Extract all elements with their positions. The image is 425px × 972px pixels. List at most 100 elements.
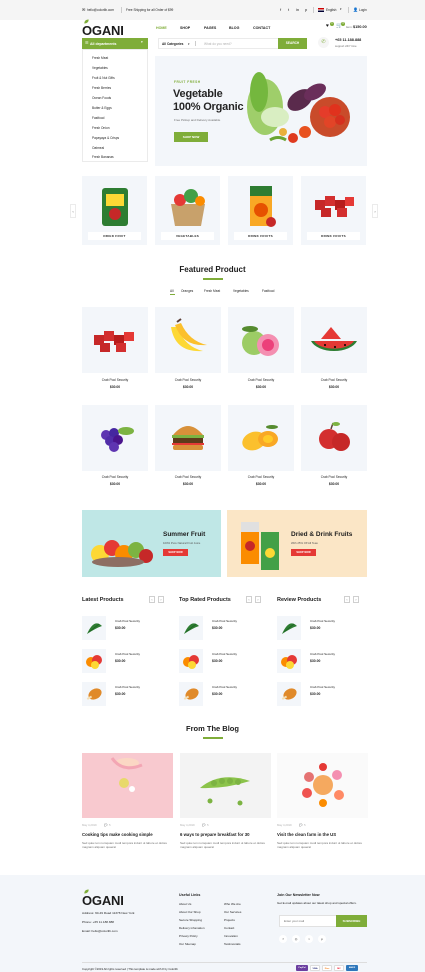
blog-title[interactable]: 6 ways to prepare breakfast for 30 (180, 832, 250, 837)
product-image[interactable] (155, 405, 221, 471)
login-link[interactable]: Login (359, 8, 367, 12)
department-item[interactable]: Butter & Eggs (92, 106, 112, 110)
dried-drink-banner[interactable]: Dried & Drink Fruits With 25% Off All Te… (227, 510, 367, 577)
department-item[interactable]: Oatmeal (92, 146, 104, 150)
filter-fresh-meat[interactable]: Fresh Meat (204, 289, 220, 293)
facebook-icon[interactable]: f (279, 935, 287, 943)
list-item-name[interactable]: Crab Pool Security (212, 685, 237, 689)
footer-link[interactable]: Testimonials (224, 942, 241, 946)
footer-link[interactable]: Our Sitemap (179, 942, 196, 946)
product-image[interactable] (155, 307, 221, 373)
carousel-next-button[interactable]: › (372, 204, 378, 218)
department-item[interactable]: Ocean Foods (92, 96, 111, 100)
list-item-image[interactable] (82, 616, 106, 640)
list-item-name[interactable]: Crab Pool Security (310, 619, 335, 623)
prev-arrow-icon[interactable]: ‹ (246, 596, 252, 603)
product-image[interactable] (301, 307, 367, 373)
product-name[interactable]: Crab Pool Security (82, 475, 148, 479)
blog-title[interactable]: Cooking tips make cooking simple (82, 832, 153, 837)
next-arrow-icon[interactable]: › (353, 596, 359, 603)
filter-vegetables[interactable]: Vegetables (233, 289, 249, 293)
summer-fruit-banner[interactable]: Summer Fruit 100% Pure Natural Fruit Jui… (82, 510, 221, 577)
list-item-name[interactable]: Crab Pool Security (212, 652, 237, 656)
list-item-image[interactable] (277, 649, 301, 673)
footer-logo[interactable]: OGANI (82, 893, 124, 908)
list-item-image[interactable] (82, 682, 106, 706)
pinterest-icon[interactable]: p (318, 935, 326, 943)
filter-all[interactable]: All (170, 289, 174, 293)
shop-now-button[interactable]: SHOP NOW (291, 549, 316, 556)
footer-link[interactable]: Privacy Policy (179, 934, 198, 938)
product-name[interactable]: Crab Pool Security (155, 475, 221, 479)
department-item[interactable]: Fresh Berries (92, 86, 111, 90)
shop-now-button[interactable]: SHOP NOW (163, 549, 188, 556)
product-image[interactable] (82, 307, 148, 373)
list-item-name[interactable]: Crab Pool Security (310, 685, 335, 689)
footer-link[interactable]: About Our Shop (179, 910, 201, 914)
product-name[interactable]: Crab Pool Security (228, 475, 294, 479)
department-item[interactable]: Fresh Bananas (92, 155, 114, 159)
twitter-icon[interactable]: t (305, 935, 313, 943)
blog-title[interactable]: Visit the clean farm in the US (277, 832, 336, 837)
department-item[interactable]: Fresh Onion (92, 126, 110, 130)
list-item-name[interactable]: Crab Pool Security (115, 685, 140, 689)
department-item[interactable]: Papayaya & Crisps (92, 136, 119, 140)
product-name[interactable]: Crab Pool Security (228, 378, 294, 382)
heart-icon[interactable]: ♥ (326, 24, 329, 29)
filter-oranges[interactable]: Oranges (181, 289, 193, 293)
list-item-image[interactable] (179, 682, 203, 706)
language-selector[interactable]: English (326, 8, 336, 12)
list-item-name[interactable]: Crab Pool Security (115, 652, 140, 656)
search-input[interactable]: What do you need? (204, 42, 232, 46)
next-arrow-icon[interactable]: › (158, 596, 164, 603)
prev-arrow-icon[interactable]: ‹ (149, 596, 155, 603)
nav-shop[interactable]: SHOP (180, 26, 190, 30)
product-image[interactable] (301, 405, 367, 471)
list-item-image[interactable] (277, 682, 301, 706)
product-name[interactable]: Crab Pool Security (82, 378, 148, 382)
category-card[interactable]: DRINK FRUITS (301, 176, 366, 245)
footer-link[interactable]: Projects (224, 918, 235, 922)
prev-arrow-icon[interactable]: ‹ (344, 596, 350, 603)
product-name[interactable]: Crab Pool Security (155, 378, 221, 382)
product-name[interactable]: Crab Pool Security (301, 475, 367, 479)
department-item[interactable]: Vegetables (92, 66, 108, 70)
facebook-icon[interactable]: f (280, 7, 281, 12)
product-image[interactable] (82, 405, 148, 471)
product-image[interactable] (228, 405, 294, 471)
blog-image[interactable] (180, 753, 271, 818)
list-item-name[interactable]: Crab Pool Security (115, 619, 140, 623)
footer-link[interactable]: Our Services (224, 910, 241, 914)
footer-link[interactable]: About Us (179, 902, 191, 906)
list-item-image[interactable] (277, 616, 301, 640)
department-item[interactable]: Fresh Meat (92, 56, 108, 60)
twitter-icon[interactable]: t (288, 7, 289, 12)
category-card[interactable]: DRINK FRUITS (228, 176, 293, 245)
pinterest-icon[interactable]: p (305, 7, 307, 12)
nav-pages[interactable]: PAGES (204, 26, 216, 30)
footer-link[interactable]: Delivery infomation (179, 926, 205, 930)
carousel-prev-button[interactable]: ‹ (70, 204, 76, 218)
blog-image[interactable] (82, 753, 173, 818)
footer-link[interactable]: Who We Are (224, 902, 241, 906)
product-name[interactable]: Crab Pool Security (301, 378, 367, 382)
category-card[interactable]: VEGETABLES (155, 176, 220, 245)
category-card[interactable]: DRIED FRUIT (82, 176, 147, 245)
list-item-image[interactable] (179, 649, 203, 673)
footer-link[interactable]: Innovation (224, 934, 238, 938)
list-item-image[interactable] (179, 616, 203, 640)
category-select[interactable]: All Categories (162, 42, 183, 46)
linkedin-icon[interactable]: in (296, 7, 299, 12)
list-item-name[interactable]: Crab Pool Security (310, 652, 335, 656)
filter-fastfood[interactable]: Fastfood (262, 289, 274, 293)
all-departments-button[interactable]: All departments (82, 38, 148, 49)
search-button[interactable]: SEARCH (278, 38, 307, 49)
footer-link[interactable]: Contact (224, 926, 234, 930)
nav-blog[interactable]: BLOG (229, 26, 239, 30)
list-item-image[interactable] (82, 649, 106, 673)
nav-contact[interactable]: CONTACT (253, 26, 270, 30)
department-item[interactable]: Fastfood (92, 116, 104, 120)
nav-home[interactable]: HOME (156, 26, 167, 30)
next-arrow-icon[interactable]: › (255, 596, 261, 603)
product-image[interactable] (228, 307, 294, 373)
